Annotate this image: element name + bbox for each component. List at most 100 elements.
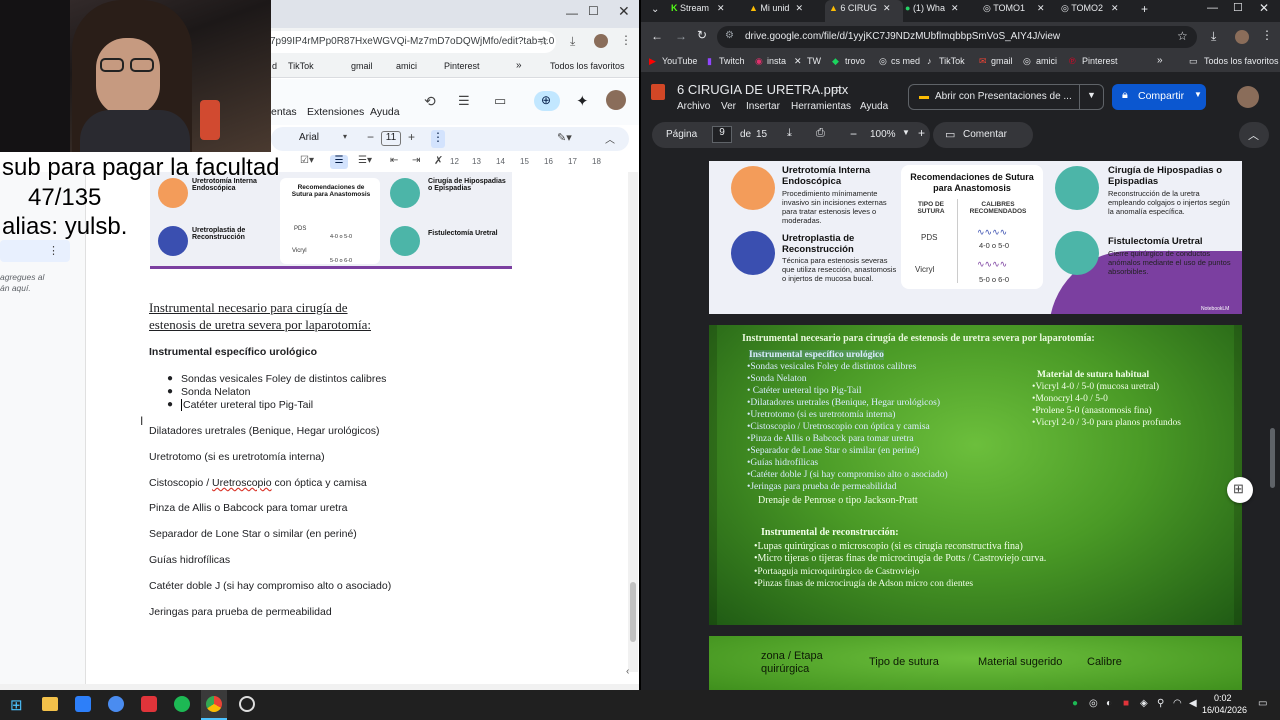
maximize-icon[interactable]: ☐ xyxy=(588,4,599,18)
address-bar[interactable]: 7p99IP4rMPp0R87HxeWGVQi-Mz7mD7oDQWjMfo/e… xyxy=(262,31,556,53)
doc-scrollbar[interactable] xyxy=(628,172,638,672)
all-favorites[interactable]: Todos los favoritos xyxy=(550,61,625,71)
bullet-list-icon[interactable]: ☰ xyxy=(330,155,348,169)
slide-infographic[interactable]: Uretrotomía Interna Endoscópica Procedim… xyxy=(709,161,1242,314)
star-icon[interactable]: ☆ xyxy=(538,34,549,48)
bookmark-gmail[interactable]: gmail xyxy=(991,56,1013,66)
bookmark-cs-med[interactable]: cs med xyxy=(891,56,920,66)
doc-infographic[interactable]: Uretrotomía Interna Endoscópica Uretropl… xyxy=(150,172,512,269)
bookmark-twitch[interactable]: Twitch xyxy=(719,56,745,66)
tray-icon[interactable]: ◈ xyxy=(1140,698,1148,709)
indent-decrease-icon[interactable]: ⇤ xyxy=(390,155,398,166)
bookmark-tiktok[interactable]: TikTok xyxy=(939,56,965,66)
chrome-profile-icon[interactable] xyxy=(108,696,124,712)
download-icon[interactable]: ⤓ xyxy=(787,127,792,140)
viewer-avatar[interactable] xyxy=(1237,86,1259,108)
site-info-icon[interactable]: ⚙ xyxy=(725,30,734,41)
reload-icon[interactable]: ↻ xyxy=(697,28,707,42)
tab-search-icon[interactable]: ⌄ xyxy=(651,4,659,15)
tray-red-icon[interactable]: ■ xyxy=(1123,698,1129,709)
slide-table[interactable]: zona / Etapa quirúrgica Tipo de sutura M… xyxy=(709,636,1242,690)
menu-extensions[interactable]: Extensiones xyxy=(307,106,364,118)
clock-date[interactable]: 16/04/2026 xyxy=(1202,705,1247,715)
close-icon[interactable]: ✕ xyxy=(1259,1,1269,15)
docs-avatar[interactable] xyxy=(606,90,626,110)
volume-icon[interactable]: ◀ xyxy=(1189,698,1197,709)
bookmark-gmail[interactable]: gmail xyxy=(351,61,373,71)
tray-usb-icon[interactable]: ⚲ xyxy=(1157,698,1164,709)
checklist-icon[interactable]: ☑▾ xyxy=(300,155,314,166)
download-icon[interactable]: ⤓ xyxy=(570,34,575,49)
zoom-in-icon[interactable]: + xyxy=(918,126,925,140)
add-comment-button[interactable]: ⊞ xyxy=(1227,477,1253,503)
profile-avatar[interactable] xyxy=(594,34,608,48)
comment-kebab-icon[interactable]: ⋮ xyxy=(48,244,59,257)
gemini-icon[interactable]: ✦ xyxy=(576,92,589,110)
address-bar[interactable]: ⚙ drive.google.com/file/d/1yyjKC7J9NDzMU… xyxy=(717,26,1197,48)
share-button[interactable]: ⊕ xyxy=(534,91,560,111)
menu-kebab-icon[interactable]: ⋮ xyxy=(620,33,632,47)
bookmark-youtube[interactable]: YouTube xyxy=(662,56,697,66)
star-icon[interactable]: ☆ xyxy=(1177,29,1188,43)
tab-close-icon[interactable]: ✕ xyxy=(717,3,725,13)
slide-green[interactable]: Instrumental necesario para cirugía de e… xyxy=(709,325,1242,625)
menu-help[interactable]: Ayuda xyxy=(860,101,888,112)
collapse-icon[interactable]: ︿ xyxy=(605,131,615,146)
close-icon[interactable]: ✕ xyxy=(618,3,630,20)
maximize-icon[interactable]: ☐ xyxy=(1233,1,1243,14)
share-caret-icon[interactable]: ▼ xyxy=(1194,90,1202,99)
obs-icon[interactable] xyxy=(239,696,255,712)
all-favorites[interactable]: Todos los favoritos xyxy=(1204,56,1279,66)
open-with-button[interactable]: ▬ Abrir con Presentaciones de ... ▼ xyxy=(908,84,1104,110)
minimize-icon[interactable]: — xyxy=(566,6,578,20)
more-options-icon[interactable]: ⋮ xyxy=(431,130,445,148)
print-icon[interactable]: ⎙ xyxy=(816,127,825,140)
spotify-icon[interactable] xyxy=(174,696,190,712)
tab-close-icon[interactable]: ✕ xyxy=(1111,3,1119,13)
bookmarks-more-icon[interactable]: » xyxy=(1157,55,1163,66)
app-red-icon[interactable] xyxy=(141,696,157,712)
side-panel-toggle-icon[interactable]: ‹ xyxy=(626,666,629,677)
profile-avatar[interactable] xyxy=(1235,30,1249,44)
bookmark-trovo[interactable]: trovo xyxy=(845,56,865,66)
tab-mi-unidad[interactable]: ▲ Mi unid ✕ xyxy=(749,3,825,19)
page-number-input[interactable]: 9 xyxy=(712,126,732,143)
bookmark-pinterest[interactable]: Pinterest xyxy=(1082,56,1118,66)
start-icon[interactable]: ⊞ xyxy=(10,696,23,714)
spellcheck-word[interactable]: Uretroscopio xyxy=(212,477,272,489)
tab-6-cirugia[interactable]: ▲ 6 CIRUG ✕ xyxy=(829,3,903,19)
collapse-button[interactable]: ︿ xyxy=(1239,122,1269,148)
tray-spotify-icon[interactable]: ● xyxy=(1072,698,1078,709)
numbered-list-icon[interactable]: ☰▾ xyxy=(358,155,372,166)
font-size-input[interactable]: 11 xyxy=(381,131,401,146)
tab-close-icon[interactable]: ✕ xyxy=(951,3,959,13)
clock-time[interactable]: 0:02 xyxy=(1214,693,1232,703)
tab-close-icon[interactable]: ✕ xyxy=(1037,3,1045,13)
tab-close-icon[interactable]: ✕ xyxy=(795,3,803,13)
tab-tomo2[interactable]: ◎ TOMO2 ✕ xyxy=(1061,3,1137,19)
caret-icon[interactable]: ▼ xyxy=(1087,90,1096,100)
meet-icon[interactable]: ▭ xyxy=(494,93,506,109)
folder-icon[interactable]: ▭ xyxy=(831,82,841,95)
app-icon[interactable] xyxy=(75,696,91,712)
forward-icon[interactable]: → xyxy=(675,29,687,43)
menu-file[interactable]: Archivo xyxy=(677,101,710,112)
font-select[interactable]: Arial xyxy=(299,132,319,143)
bookmark-amici[interactable]: amici xyxy=(396,61,417,71)
tab-whatsapp[interactable]: ● (1) Wha ✕ xyxy=(905,3,981,19)
tray-app-icon[interactable]: ◐ xyxy=(1106,698,1112,709)
tab-stream[interactable]: K Stream ✕ xyxy=(671,3,747,19)
bookmark-d[interactable]: d xyxy=(272,61,277,71)
font-decrease-icon[interactable]: − xyxy=(367,130,374,144)
menu-tools[interactable]: entas xyxy=(271,106,297,118)
bookmark-tiktok[interactable]: TikTok xyxy=(288,61,314,71)
file-explorer-icon[interactable] xyxy=(42,697,58,711)
chrome-icon[interactable] xyxy=(206,696,222,712)
share-button[interactable]: 🔒︎ Compartir ▼ xyxy=(1112,84,1206,110)
wifi-icon[interactable]: ◠ xyxy=(1173,698,1182,709)
notification-icon[interactable]: ▭ xyxy=(1258,698,1267,709)
comments-icon[interactable]: ☰ xyxy=(458,93,470,109)
back-icon[interactable]: ← xyxy=(651,29,663,43)
tab-close-icon[interactable]: ✕ xyxy=(883,3,891,13)
edit-mode-icon[interactable]: ✎▾ xyxy=(557,131,572,144)
